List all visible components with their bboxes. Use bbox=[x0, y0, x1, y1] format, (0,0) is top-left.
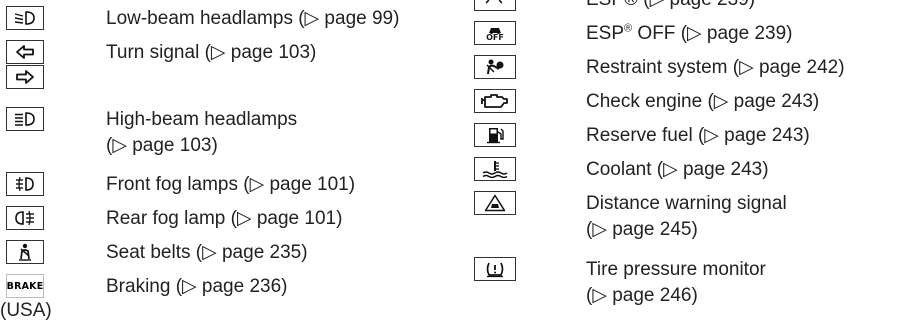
esp-off-label: ESP® OFF (▷ page 239) bbox=[586, 21, 792, 47]
list-item-rear-fog: Rear fog lamp (▷ page 101) bbox=[0, 206, 460, 232]
list-item-seat-belts: Seat belts (▷ page 235) bbox=[0, 240, 460, 266]
rear-fog-icon bbox=[6, 206, 44, 230]
brake-icon: BRAKE bbox=[6, 274, 44, 298]
list-item-coolant: Coolant (▷ page 243) bbox=[460, 157, 905, 183]
esp-off-icon-text: OFF bbox=[486, 32, 504, 42]
tire-pressure-icon bbox=[474, 257, 516, 281]
low-beam-label: Low-beam headlamps (▷ page 99) bbox=[106, 8, 400, 29]
esp-off-icon: OFF bbox=[474, 21, 516, 45]
restraint-label: Restraint system (▷ page 242) bbox=[586, 57, 845, 78]
reserve-fuel-label: Reserve fuel (▷ page 243) bbox=[586, 125, 810, 146]
list-item-reserve-fuel: Reserve fuel (▷ page 243) bbox=[460, 123, 905, 149]
reserve-fuel-icon bbox=[474, 123, 516, 147]
esp-off-label-rest: OFF (▷ page 239) bbox=[632, 23, 793, 44]
distance-warning-label-line1: Distance warning signal bbox=[586, 193, 787, 214]
list-item-check-engine: Check engine (▷ page 243) bbox=[460, 89, 905, 115]
list-item-distance-warning: Distance warning signal (▷ page 245) bbox=[460, 191, 905, 245]
rear-fog-label: Rear fog lamp (▷ page 101) bbox=[106, 208, 343, 229]
esp-icon bbox=[474, 0, 516, 11]
check-engine-label: Check engine (▷ page 243) bbox=[586, 91, 820, 112]
usa-note: (USA) bbox=[0, 300, 52, 321]
brake-icon-text: BRAKE bbox=[6, 280, 44, 292]
coolant-icon bbox=[474, 157, 516, 181]
seat-belts-label: Seat belts (▷ page 235) bbox=[106, 242, 308, 263]
high-beam-label-line2: (▷ page 103) bbox=[106, 135, 218, 156]
turn-signal-right-icon bbox=[6, 65, 44, 89]
check-engine-icon bbox=[474, 89, 516, 113]
high-beam-icon bbox=[6, 107, 44, 131]
list-item-tire-pressure: Tire pressure monitor (▷ page 246) bbox=[460, 257, 905, 311]
coolant-label: Coolant (▷ page 243) bbox=[586, 159, 769, 180]
tire-pressure-label-line2: (▷ page 246) bbox=[586, 285, 698, 306]
list-item-turn-signal: Turn signal (▷ page 103) bbox=[0, 40, 460, 66]
list-item-esp: ESP® (▷ page 239) bbox=[460, 0, 905, 13]
list-item-high-beam: High-beam headlamps (▷ page 103) bbox=[0, 107, 460, 161]
restraint-system-icon bbox=[474, 55, 516, 79]
high-beam-label-line1: High-beam headlamps bbox=[106, 109, 298, 130]
esp-off-label-main: ESP bbox=[586, 23, 625, 44]
list-item-low-beam: Low-beam headlamps (▷ page 99) bbox=[0, 6, 460, 32]
left-column: Low-beam headlamps (▷ page 99) Turn sign… bbox=[0, 0, 460, 325]
right-column: ESP® (▷ page 239) OFF ESP® OFF (▷ page 2… bbox=[460, 0, 905, 325]
turn-signal-left-icon bbox=[6, 40, 44, 64]
distance-warning-label-line2: (▷ page 245) bbox=[586, 219, 698, 240]
seat-belt-icon bbox=[6, 240, 44, 264]
turn-signal-label: Turn signal (▷ page 103) bbox=[106, 42, 317, 63]
tire-pressure-label-line1: Tire pressure monitor bbox=[586, 259, 766, 280]
list-item-front-fog: Front fog lamps (▷ page 101) bbox=[0, 172, 460, 198]
distance-warning-icon bbox=[474, 191, 516, 215]
front-fog-label: Front fog lamps (▷ page 101) bbox=[106, 174, 356, 195]
esp-label: ESP® (▷ page 239) bbox=[586, 0, 755, 13]
list-item-restraint: Restraint system (▷ page 242) bbox=[460, 55, 905, 81]
list-item-turn-signal-right bbox=[0, 65, 460, 91]
braking-label: Braking (▷ page 236) bbox=[106, 276, 288, 297]
list-item-braking: BRAKE Braking (▷ page 236) (USA) bbox=[0, 274, 460, 324]
list-item-esp-off: OFF ESP® OFF (▷ page 239) bbox=[460, 21, 905, 47]
low-beam-icon bbox=[6, 6, 44, 30]
front-fog-icon bbox=[6, 172, 44, 196]
esp-off-label-sup: ® bbox=[624, 22, 633, 35]
